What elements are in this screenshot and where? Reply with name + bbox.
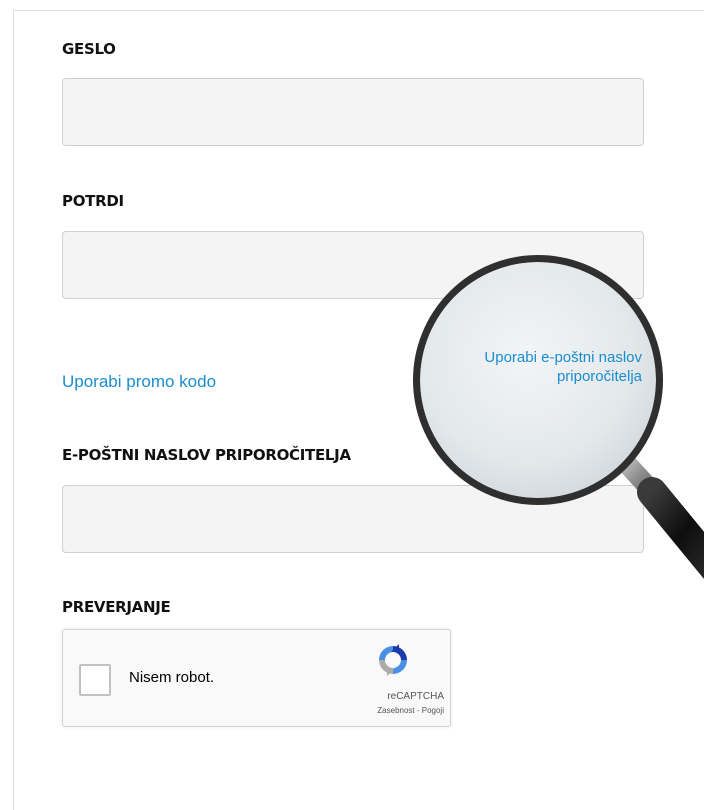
verification-label: PREVERJANJE [62,598,171,616]
recaptcha-checkbox-label: Nisem robot. [129,669,215,686]
password-field[interactable] [62,78,644,146]
recaptcha-privacy-link[interactable]: Zasebnost [377,706,414,715]
recaptcha-separator: - [414,706,422,715]
promo-code-link[interactable]: Uporabi promo kodo [62,372,216,392]
recaptcha-widget: Nisem robot. reCAPTCHA Zasebnost - Pogoj… [62,629,451,727]
referrer-email-field[interactable] [62,485,644,553]
recaptcha-terms-link[interactable]: Pogoji [422,706,444,715]
referrer-email-label: E-POŠTNI NASLOV PRIPOROČITELJA [62,446,351,464]
recaptcha-icon [379,644,407,676]
confirm-password-label: POTRDI [62,192,124,210]
confirm-password-field[interactable] [62,231,644,299]
recaptcha-links: Zasebnost - Pogoji [377,706,444,715]
recaptcha-brand: reCAPTCHA [387,691,444,702]
password-label: GESLO [62,40,116,58]
recaptcha-checkbox[interactable] [79,664,111,696]
